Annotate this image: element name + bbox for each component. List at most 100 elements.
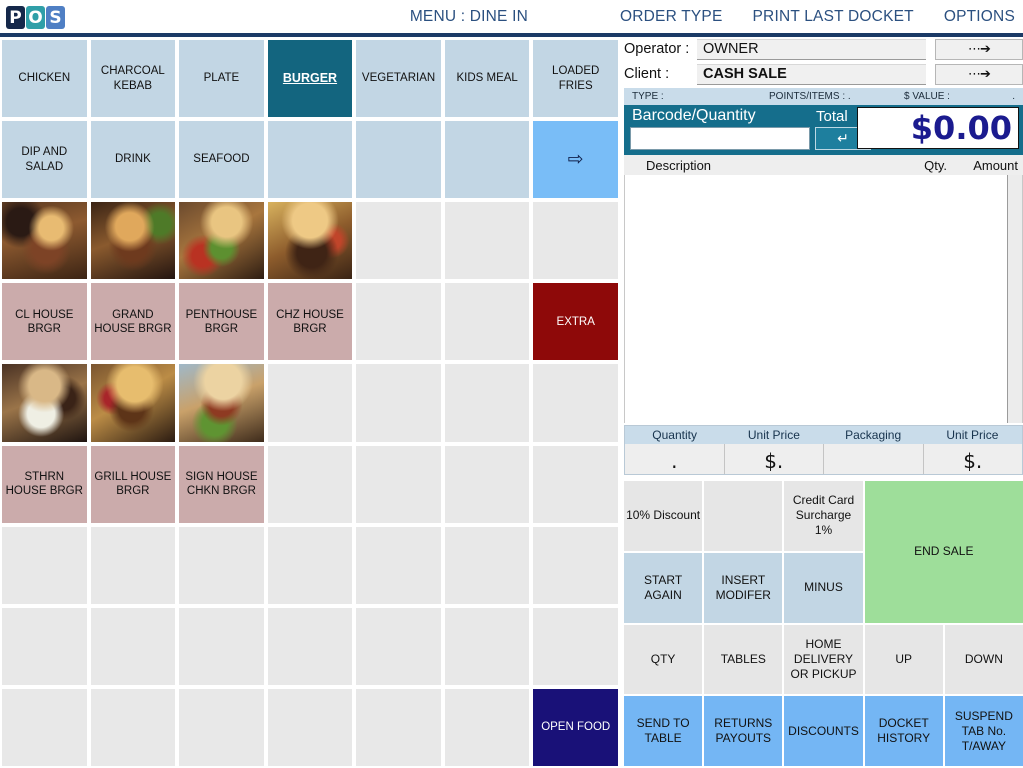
product-penthouse-brgr[interactable]: PENTHOUSE BRGR: [179, 283, 264, 361]
product-photo-1[interactable]: [2, 202, 87, 280]
insert-modifier-button[interactable]: INSERT MODIFER: [704, 552, 783, 623]
product-chz-house-brgr[interactable]: CHZ HOUSE BRGR: [267, 283, 353, 361]
dollar-value-amount: .: [1012, 91, 1015, 102]
category-seafood[interactable]: SEAFOOD: [179, 121, 264, 199]
value-quantity[interactable]: .: [625, 444, 725, 474]
empty-cell: [267, 607, 353, 685]
empty-cell: [267, 688, 353, 766]
product-photo-4[interactable]: [267, 202, 353, 280]
header-unit-price: Unit Price: [747, 428, 800, 442]
pos-logo: P O S: [6, 6, 65, 29]
product-photo-6[interactable]: [90, 364, 176, 442]
end-sale-button[interactable]: END SALE: [864, 481, 1023, 623]
down-button[interactable]: DOWN: [944, 624, 1023, 695]
category-blank-2[interactable]: [356, 121, 441, 199]
product-photo-5[interactable]: [2, 364, 87, 442]
pos-application: P O S MENU : DINE IN ORDER TYPE PRINT LA…: [0, 0, 1023, 768]
arrow-right-icon: ⇨: [567, 148, 584, 171]
menu-item-options[interactable]: OPTIONS: [944, 8, 1015, 26]
tables-button[interactable]: TABLES: [704, 624, 783, 695]
category-charcoal-kebab[interactable]: CHARCOAL KEBAB: [90, 40, 176, 118]
category-drink[interactable]: DRINK: [90, 121, 176, 199]
quantity-price-values: . $. $.: [625, 444, 1022, 474]
empty-cell: [444, 688, 530, 766]
suspend-tab-button-label: SUSPEND TAB No. T/AWAY: [954, 708, 1013, 753]
barcode-input[interactable]: [630, 127, 810, 150]
docket-history-button[interactable]: DOCKET HISTORY: [864, 696, 943, 766]
category-plate-label: PLATE: [203, 72, 240, 85]
start-again-button[interactable]: START AGAIN: [624, 552, 703, 623]
category-loaded-fries[interactable]: LOADED FRIES: [533, 40, 618, 118]
category-charcoal-kebab-label: CHARCOAL KEBAB: [100, 65, 165, 92]
receipt-line-list[interactable]: [624, 175, 1023, 423]
discounts-button[interactable]: DISCOUNTS: [784, 696, 863, 766]
header-quantity: Quantity: [652, 428, 697, 442]
quantity-price-strip: Quantity Unit Price Packaging Unit Price…: [624, 425, 1023, 475]
credit-card-surcharge-button[interactable]: Credit Card Surcharge 1%: [784, 481, 863, 551]
action-blank-1: [704, 481, 783, 551]
receipt-scrollbar[interactable]: [1007, 175, 1022, 423]
menu-item-print-last-docket[interactable]: PRINT LAST DOCKET: [753, 8, 914, 26]
category-burger[interactable]: BURGER: [267, 40, 353, 118]
operator-select-button[interactable]: ⋯➔: [935, 38, 1023, 60]
qty-button-label: QTY: [650, 651, 676, 666]
total-amount: $0.00: [857, 107, 1019, 149]
value-unit-price[interactable]: $.: [725, 444, 824, 474]
menu-item-dine-in[interactable]: MENU : DINE IN: [410, 8, 528, 26]
category-drink-label: DRINK: [114, 153, 151, 166]
client-value[interactable]: CASH SALE: [697, 63, 926, 85]
product-sign-house-chkn-brgr[interactable]: SIGN HOUSE CHKN BRGR: [179, 445, 264, 523]
category-blank-1[interactable]: [267, 121, 353, 199]
product-sign-house-chkn-brgr-label: SIGN HOUSE CHKN BRGR: [185, 470, 258, 498]
category-dip-and-salad[interactable]: DIP AND SALAD: [2, 121, 87, 199]
empty-cell: [179, 688, 264, 766]
value-unit-price-2[interactable]: $.: [924, 444, 1023, 474]
open-food-button-label: OPEN FOOD: [541, 721, 611, 734]
suspend-tab-button[interactable]: SUSPEND TAB No. T/AWAY: [944, 696, 1023, 766]
tables-button-label: TABLES: [720, 651, 766, 666]
product-grill-house-brgr[interactable]: GRILL HOUSE BRGR: [90, 445, 176, 523]
category-chicken[interactable]: CHICKEN: [2, 40, 87, 118]
home-delivery-or-pickup-button[interactable]: HOME DELIVERY OR PICKUP: [784, 624, 863, 695]
extra-button[interactable]: EXTRA: [533, 283, 618, 361]
client-row: Client : CASH SALE ⋯➔: [624, 63, 1023, 85]
product-grand-house-brgr-label: GRAND HOUSE BRGR: [94, 308, 172, 335]
empty-cell: [444, 607, 530, 685]
product-grand-house-brgr[interactable]: GRAND HOUSE BRGR: [90, 283, 176, 361]
empty-cell: [444, 526, 530, 604]
menu-item-order-type[interactable]: ORDER TYPE: [620, 8, 723, 26]
logo-letter-p: P: [6, 6, 25, 29]
product-photo-3[interactable]: [179, 202, 264, 280]
qty-button[interactable]: QTY: [624, 624, 703, 695]
returns-payouts-button-label: RETURNS PAYOUTS: [714, 716, 773, 746]
open-food-button[interactable]: OPEN FOOD: [533, 688, 618, 766]
product-photo-5-image: [2, 364, 87, 442]
empty-cell: [533, 445, 618, 523]
minus-button[interactable]: MINUS: [784, 552, 863, 623]
discount-10-percent-button-label: 10% Discount: [626, 508, 701, 523]
product-photo-2[interactable]: [90, 202, 176, 280]
discount-10-percent-button[interactable]: 10% Discount: [624, 481, 703, 551]
category-plate[interactable]: PLATE: [179, 40, 264, 118]
operator-label: Operator :: [624, 41, 690, 57]
client-select-button[interactable]: ⋯➔: [935, 63, 1023, 85]
empty-cell: [90, 607, 176, 685]
product-photo-3-image: [179, 202, 264, 280]
returns-payouts-button[interactable]: RETURNS PAYOUTS: [704, 696, 783, 766]
product-photo-7[interactable]: [179, 364, 264, 442]
up-button[interactable]: UP: [864, 624, 943, 695]
product-cl-house-brgr[interactable]: CL HOUSE BRGR: [2, 283, 87, 361]
category-kids-meal[interactable]: KIDS MEAL: [444, 40, 530, 118]
empty-cell: [2, 688, 87, 766]
category-blank-3[interactable]: [444, 121, 530, 199]
product-sthrn-house-brgr[interactable]: STHRN HOUSE BRGR: [2, 445, 87, 523]
category-vegetarian[interactable]: VEGETARIAN: [356, 40, 441, 118]
send-to-table-button[interactable]: SEND TO TABLE: [624, 696, 703, 766]
product-grid: CHICKEN CHARCOAL KEBAB PLATE BURGER VEGETARI…: [0, 38, 620, 768]
dollar-value-label: $ VALUE :: [904, 91, 950, 102]
action-button-grid: 10% Discount Credit Card Surcharge 1% END …: [624, 481, 1023, 766]
product-photo-1-image: [2, 202, 87, 280]
operator-value[interactable]: OWNER: [697, 38, 926, 60]
next-page-arrow[interactable]: ⇨: [533, 121, 618, 199]
value-packaging[interactable]: [824, 444, 924, 474]
